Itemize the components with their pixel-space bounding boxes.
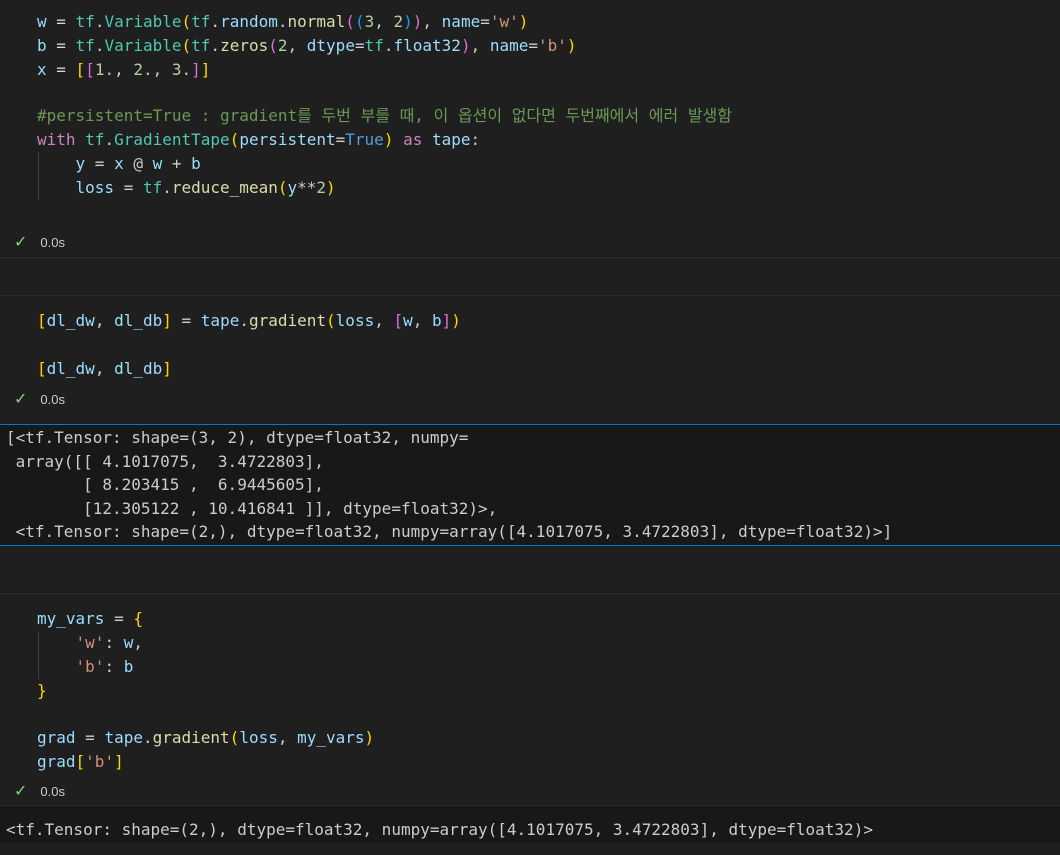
- code-line[interactable]: with tf.GradientTape(persistent=True) as…: [37, 128, 480, 152]
- code-line[interactable]: grad = tape.gradient(loss, my_vars): [37, 726, 374, 750]
- cell-gap: [0, 546, 1060, 593]
- code-line[interactable]: }: [37, 679, 47, 703]
- code-line[interactable]: loss = tf.reduce_mean(y**2): [37, 176, 336, 200]
- cell-status: ✓ 0.0s: [14, 232, 65, 252]
- check-icon: ✓: [14, 783, 28, 800]
- code-line[interactable]: b = tf.Variable(tf.zeros(2, dtype=tf.flo…: [37, 34, 577, 58]
- code-line[interactable]: 'b': b: [37, 655, 134, 679]
- code-line[interactable]: w = tf.Variable(tf.random.normal((3, 2))…: [37, 10, 528, 34]
- code-comment[interactable]: #persistent=True : gradient를 두번 부를 때, 이 …: [37, 104, 732, 128]
- cell-gap: [0, 258, 1060, 295]
- code-line[interactable]: [dl_dw, dl_db]: [37, 357, 172, 381]
- code-line[interactable]: [dl_dw, dl_db] = tape.gradient(loss, [w,…: [37, 309, 461, 333]
- output-line: [ 8.203415 , 6.9445605],: [6, 475, 324, 494]
- execution-time: 0.0s: [40, 391, 65, 407]
- cell-output-1[interactable]: [<tf.Tensor: shape=(3, 2), dtype=float32…: [0, 424, 1060, 546]
- execution-time: 0.0s: [40, 783, 65, 799]
- output-line: [<tf.Tensor: shape=(3, 2), dtype=float32…: [6, 428, 469, 447]
- code-line[interactable]: grad['b']: [37, 750, 124, 774]
- check-icon: ✓: [14, 234, 28, 251]
- code-line[interactable]: x = [[1., 2., 3.]]: [37, 58, 210, 82]
- output-line: array([[ 4.1017075, 3.4722803],: [6, 451, 324, 471]
- cell-status: ✓ 0.0s: [14, 781, 65, 801]
- code-line[interactable]: y = x @ w + b: [37, 152, 201, 176]
- code-line[interactable]: my_vars = {: [37, 607, 143, 631]
- output-line: <tf.Tensor: shape=(2,), dtype=float32, n…: [6, 522, 893, 541]
- output-line: [12.305122 , 10.416841 ]], dtype=float32…: [6, 498, 498, 518]
- cell-gap: [0, 843, 1060, 855]
- cell-status: ✓ 0.0s: [14, 389, 65, 409]
- cell-output-2[interactable]: <tf.Tensor: shape=(2,), dtype=float32, n…: [0, 805, 1060, 844]
- check-icon: ✓: [14, 391, 28, 408]
- output-line: <tf.Tensor: shape=(2,), dtype=float32, n…: [6, 820, 873, 839]
- code-cell-2[interactable]: [dl_dw, dl_db] = tape.gradient(loss, [w,…: [0, 296, 1060, 424]
- code-cell-1[interactable]: w = tf.Variable(tf.random.normal((3, 2))…: [0, 0, 1060, 257]
- code-cell-3[interactable]: my_vars = { 'w': w, 'b': b } grad = tape…: [0, 594, 1060, 805]
- execution-time: 0.0s: [40, 234, 65, 250]
- code-line[interactable]: 'w': w,: [37, 631, 143, 655]
